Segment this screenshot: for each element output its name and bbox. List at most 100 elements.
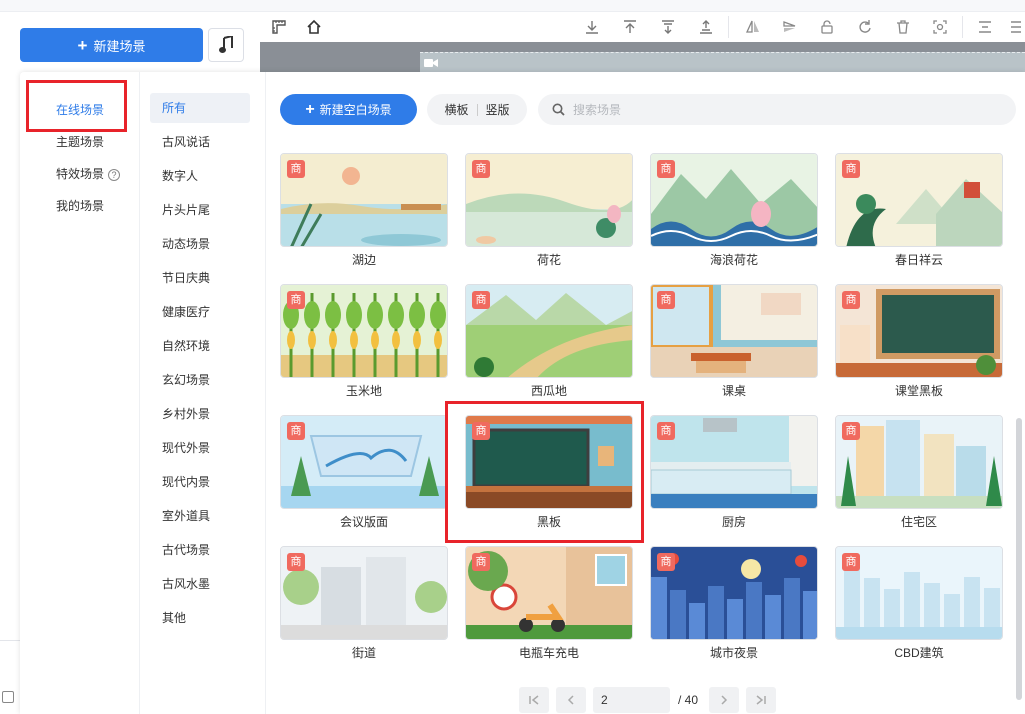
- commercial-badge: 商: [657, 291, 675, 309]
- scene-card-night-city[interactable]: 商城市夜景: [650, 546, 818, 660]
- scene-card-residential[interactable]: 商住宅区: [835, 415, 1003, 529]
- category-label: 主题场景: [56, 135, 105, 149]
- sub-category-item[interactable]: 乡村外景: [150, 399, 250, 429]
- chevron-left-icon: [567, 695, 574, 705]
- move-bottom-icon[interactable]: [581, 17, 603, 37]
- sub-category-item[interactable]: 室外道具: [150, 501, 250, 531]
- sub-category-item[interactable]: 动态场景: [150, 229, 250, 259]
- sub-category-label: 所有: [162, 101, 187, 115]
- landscape-option[interactable]: 横板: [436, 101, 476, 118]
- commercial-badge: 商: [842, 160, 860, 178]
- flip-horizontal-icon[interactable]: [742, 17, 764, 37]
- category-label: 在线场景: [56, 103, 105, 117]
- scene-card-wave-lotus[interactable]: 商海浪荷花: [650, 153, 818, 267]
- new-blank-scene-label: 新建空白场景: [319, 103, 392, 117]
- scene-card-desk[interactable]: 商课桌: [650, 284, 818, 398]
- more-icon[interactable]: [1005, 17, 1025, 37]
- scene-thumbnail: 商: [465, 284, 633, 378]
- sub-category-item[interactable]: 其他: [150, 603, 250, 633]
- scrollbar[interactable]: [1016, 418, 1022, 700]
- next-page-button[interactable]: [709, 687, 739, 713]
- small-icon: [2, 691, 14, 703]
- sub-category-item[interactable]: 数字人: [150, 161, 250, 191]
- category-my-scenes[interactable]: 我的场景: [34, 191, 130, 221]
- rotate-icon[interactable]: [854, 17, 876, 37]
- sub-category-item[interactable]: 古代场景: [150, 535, 250, 565]
- ruler-icon[interactable]: [268, 17, 290, 37]
- scene-card-meeting[interactable]: 商会议版面: [280, 415, 448, 529]
- scene-label: 玉米地: [345, 384, 382, 398]
- scene-card-lake[interactable]: 商湖边: [280, 153, 448, 267]
- first-page-button[interactable]: [519, 687, 549, 713]
- commercial-badge: 商: [842, 291, 860, 309]
- music-button[interactable]: [208, 28, 244, 62]
- scene-card-class-board[interactable]: 商课堂黑板: [835, 284, 1003, 398]
- scene-card-kitchen[interactable]: 商厨房: [650, 415, 818, 529]
- sub-category-item[interactable]: 健康医疗: [150, 297, 250, 327]
- portrait-option[interactable]: 竖版: [478, 101, 518, 118]
- video-icon: [424, 57, 438, 71]
- scene-thumbnail: 商: [280, 153, 448, 247]
- scene-card-watermelon[interactable]: 商西瓜地: [465, 284, 633, 398]
- plus-icon: +: [305, 100, 315, 118]
- commercial-badge: 商: [287, 422, 305, 440]
- scene-card-cbd[interactable]: 商 CBD建筑: [835, 546, 1003, 660]
- sub-category-item[interactable]: 片头片尾: [150, 195, 250, 225]
- sub-category-label: 动态场景: [162, 237, 211, 251]
- toolbar-divider: [728, 16, 729, 38]
- new-scene-button[interactable]: + 新建场景: [20, 28, 203, 62]
- scene-thumbnail: 商: [280, 284, 448, 378]
- sub-category-label: 古风水墨: [162, 577, 211, 591]
- new-blank-scene-button[interactable]: + 新建空白场景: [280, 94, 417, 125]
- move-down-icon[interactable]: [657, 17, 679, 37]
- page-number-input[interactable]: [593, 687, 670, 713]
- toolbar-divider: [962, 16, 963, 38]
- scene-card-blackboard[interactable]: 商黑板: [465, 415, 633, 529]
- home-icon[interactable]: [303, 17, 325, 37]
- category-theme-scenes[interactable]: 主题场景: [34, 127, 130, 157]
- category-effect-scenes[interactable]: 特效场景?: [34, 159, 130, 189]
- sub-category-item[interactable]: 古风说话: [150, 127, 250, 157]
- commercial-badge: 商: [657, 160, 675, 178]
- page-total: / 40: [678, 693, 699, 707]
- scene-thumbnail: 商: [835, 546, 1003, 640]
- scene-card-ebike[interactable]: 商电瓶车充电: [465, 546, 633, 660]
- left-edge-panel: [0, 640, 20, 714]
- category-online-scenes[interactable]: 在线场景: [34, 95, 130, 125]
- plus-icon: +: [77, 35, 88, 55]
- scene-label: 海浪荷花: [709, 253, 758, 267]
- move-top-icon[interactable]: [619, 17, 641, 37]
- scene-card-corn[interactable]: 商玉米地: [280, 284, 448, 398]
- sub-category-label: 古风说话: [162, 135, 211, 149]
- screenshot-icon[interactable]: [929, 17, 951, 37]
- align-icon[interactable]: [974, 17, 996, 37]
- prev-page-button[interactable]: [556, 687, 586, 713]
- scene-label: 住宅区: [900, 515, 937, 529]
- scene-label: 课堂黑板: [894, 384, 943, 398]
- scene-thumbnail: 商: [465, 415, 633, 509]
- sub-category-item[interactable]: 玄幻场景: [150, 365, 250, 395]
- scene-label: 会议版面: [339, 515, 388, 529]
- scene-thumbnail: 商: [465, 546, 633, 640]
- sub-category-label: 片头片尾: [162, 203, 211, 217]
- scene-card-spring-cloud[interactable]: 商春日祥云: [835, 153, 1003, 267]
- flip-vertical-icon[interactable]: [778, 17, 800, 37]
- sub-category-item[interactable]: 现代内景: [150, 467, 250, 497]
- help-icon[interactable]: ?: [108, 168, 121, 181]
- last-page-button[interactable]: [746, 687, 776, 713]
- scene-label: 城市夜景: [709, 646, 758, 660]
- sub-category-item[interactable]: 节日庆典: [150, 263, 250, 293]
- move-up-icon[interactable]: [695, 17, 717, 37]
- chevron-right-icon: [721, 695, 728, 705]
- sub-category-item[interactable]: 古风水墨: [150, 569, 250, 599]
- sub-category-item[interactable]: 现代外景: [150, 433, 250, 463]
- lock-icon[interactable]: [816, 17, 838, 37]
- scene-card-street[interactable]: 商街道: [280, 546, 448, 660]
- scene-card-lotus[interactable]: 商荷花: [465, 153, 633, 267]
- delete-icon[interactable]: [892, 17, 914, 37]
- scene-label: 课桌: [721, 384, 746, 398]
- scene-label: 黑板: [536, 515, 561, 529]
- sub-category-item[interactable]: 自然环境: [150, 331, 250, 361]
- search-input[interactable]: [573, 102, 973, 117]
- sub-category-item[interactable]: 所有: [150, 93, 250, 123]
